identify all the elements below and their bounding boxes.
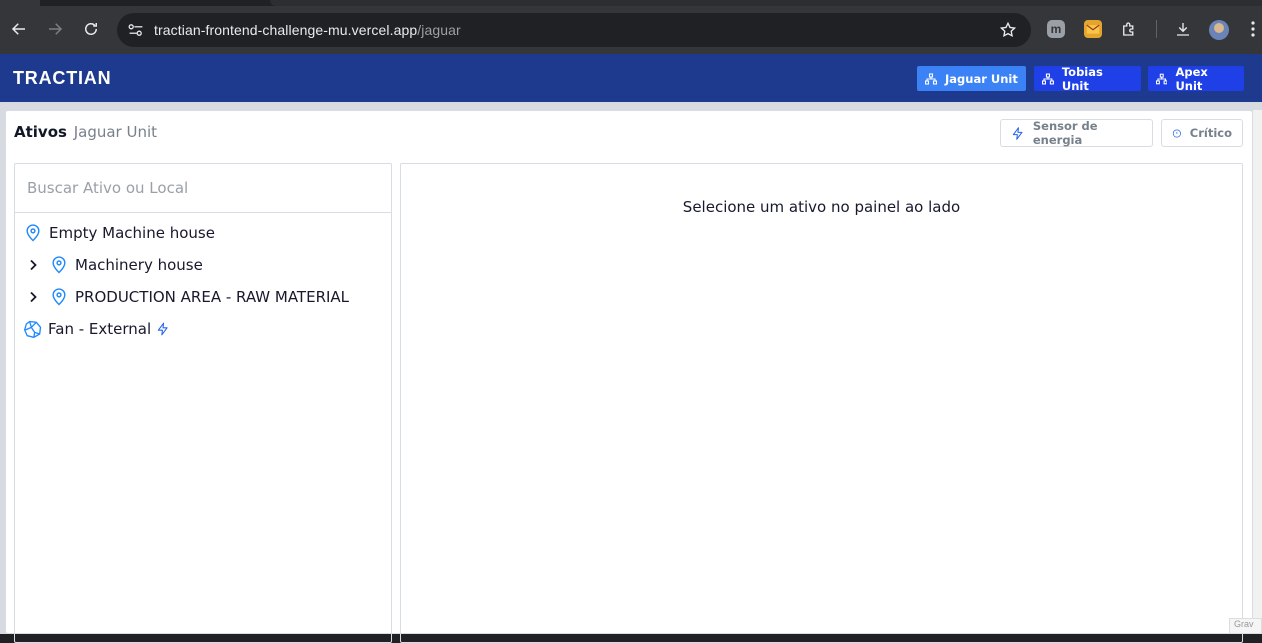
component-icon [24, 320, 42, 338]
tree-item-machinery-house[interactable]: Machinery house [27, 253, 203, 277]
page-title-main: Ativos [14, 123, 67, 141]
unit-button-tobias[interactable]: Tobias Unit [1034, 64, 1141, 93]
filter-label: Sensor de energia [1032, 119, 1098, 147]
location-pin-icon [26, 224, 40, 242]
location-pin-icon [52, 256, 66, 274]
toolbar-separator [1156, 20, 1157, 38]
energy-sensor-bolt-icon [157, 322, 168, 336]
bookmark-star-icon[interactable] [999, 21, 1017, 39]
extension-m-icon[interactable]: m [1047, 20, 1065, 38]
app-header: TRACTIAN Jaguar Unit Tobias Unit Apex Un… [0, 54, 1262, 102]
profile-avatar[interactable] [1209, 20, 1229, 40]
filter-label: Crítico [1189, 126, 1232, 140]
hierarchy-icon [1042, 73, 1054, 84]
bolt-icon [1012, 126, 1023, 140]
tree-item-production-area[interactable]: PRODUCTION AREA - RAW MATERIAL [27, 285, 349, 309]
unit-button-apex[interactable]: Apex Unit [1148, 64, 1244, 93]
chevron-right-icon[interactable] [27, 291, 39, 303]
active-tab-stub[interactable] [0, 0, 40, 6]
hierarchy-icon [1156, 73, 1168, 84]
extensions-puzzle-icon[interactable] [1120, 20, 1138, 38]
tab-strip-edge [270, 0, 1262, 6]
asset-detail-panel: Selecione um ativo no painel ao lado [400, 163, 1243, 643]
unit-button-jaguar[interactable]: Jaguar Unit [917, 66, 1026, 91]
hierarchy-icon [925, 72, 937, 85]
tree-item-label: PRODUCTION AREA - RAW MATERIAL [75, 288, 350, 306]
corner-badge[interactable]: Grav [1229, 618, 1262, 634]
page-title-unit: Jaguar Unit [73, 123, 158, 141]
app-header-bar: TRACTIAN Jaguar Unit Tobias Unit Apex Un… [0, 54, 1262, 102]
page-title: Ativos Jaguar Unit [14, 123, 157, 141]
extension-mail-icon[interactable] [1084, 20, 1102, 38]
tree-item-empty-machine-house[interactable]: Empty Machine house [23, 221, 215, 245]
search-input[interactable] [15, 164, 391, 212]
search-box [15, 164, 391, 213]
download-icon[interactable] [1174, 20, 1192, 38]
tree-item-label: Fan - External [48, 320, 152, 338]
chevron-right-icon[interactable] [27, 259, 39, 271]
tractian-logo[interactable]: TRACTIAN [13, 68, 111, 89]
filter-critical-button[interactable]: Crítico [1161, 119, 1243, 147]
reload-icon[interactable] [80, 18, 102, 40]
unit-button-label: Tobias Unit [1061, 64, 1103, 93]
browser-toolbar: tractian-frontend-challenge-mu.vercel.ap… [0, 0, 1262, 54]
empty-state-message: Selecione um ativo no painel ao lado [682, 198, 961, 216]
tree-item-label: Empty Machine house [49, 224, 215, 242]
filter-energy-sensor-button[interactable]: Sensor de energia [1000, 119, 1153, 147]
location-pin-icon [52, 288, 66, 306]
info-circle-icon [1172, 128, 1181, 138]
url-path: /jaguar [417, 22, 461, 38]
unit-button-label: Jaguar Unit [945, 71, 1018, 86]
tree-item-label: Machinery house [75, 256, 203, 274]
page-scrollbar[interactable] [1253, 110, 1262, 634]
tree-item-fan-external[interactable]: Fan - External [23, 317, 170, 341]
browser-menu-icon[interactable] [1248, 20, 1258, 38]
site-settings-icon[interactable] [125, 20, 147, 40]
unit-button-label: Apex Unit [1175, 64, 1208, 93]
address-bar[interactable]: tractian-frontend-challenge-mu.vercel.ap… [117, 13, 1031, 47]
url-text[interactable]: tractian-frontend-challenge-mu.vercel.ap… [154, 22, 461, 38]
asset-tree-panel: Empty Machine house Machinery house PROD… [14, 163, 392, 643]
url-host: tractian-frontend-challenge-mu.vercel.ap… [154, 22, 418, 38]
back-arrow-icon[interactable] [8, 18, 30, 40]
forward-arrow-icon[interactable] [44, 18, 66, 40]
